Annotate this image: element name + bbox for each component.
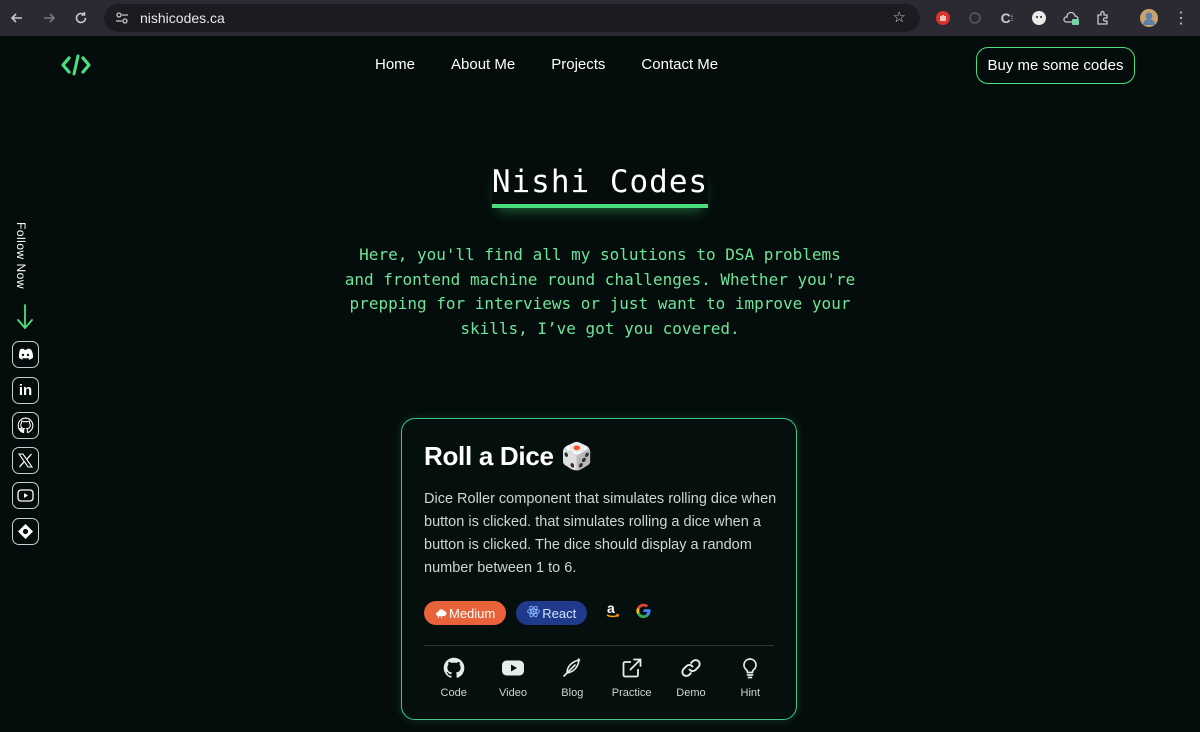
youtube-icon[interactable] (12, 482, 39, 509)
card-description: Dice Roller component that simulates rol… (424, 491, 777, 576)
action-practice[interactable]: Practice (602, 657, 661, 699)
action-label: Video (499, 687, 527, 699)
discord-icon[interactable] (12, 341, 39, 368)
hero-description: Here, you'll find all my solutions to DS… (344, 245, 856, 338)
challenge-card: Roll a Dice 🎲 Dice Roller component that… (401, 418, 797, 720)
x-icon[interactable] (12, 447, 39, 474)
profile-avatar[interactable] (1138, 7, 1160, 29)
forward-button[interactable] (38, 7, 60, 29)
menu-kebab-icon[interactable]: ⋮ (1170, 7, 1192, 29)
card-divider (424, 645, 774, 646)
buy-me-codes-button[interactable]: Buy me some codes (976, 47, 1135, 84)
address-bar[interactable]: nishicodes.ca ☆ (104, 4, 920, 32)
action-label: Code (440, 687, 467, 699)
extension-face-icon[interactable] (1028, 7, 1050, 29)
card-actions: Code Video Blog Practice Demo Hint (424, 657, 780, 699)
github-icon[interactable] (12, 412, 39, 439)
action-label: Demo (676, 687, 706, 699)
extension-c-icon[interactable]: C ⁞ (996, 7, 1018, 29)
extension-hand-icon[interactable] (932, 7, 954, 29)
nav-home[interactable]: Home (375, 56, 415, 73)
action-label: Practice (611, 687, 652, 699)
reload-button[interactable] (70, 7, 92, 29)
difficulty-label: Medium (449, 605, 496, 621)
main-nav: Home About Me Projects Contact Me (375, 56, 754, 73)
nav-contact-me[interactable]: Contact Me (641, 56, 718, 73)
external-link-icon (622, 658, 642, 678)
hero-title: Nishi Codes (491, 164, 709, 208)
url-text: nishicodes.ca (140, 10, 225, 26)
logo-code-icon[interactable] (60, 52, 92, 78)
cloud-icon (435, 606, 447, 621)
browser-toolbar: nishicodes.ca ☆ C ⁞ ⋮ (0, 0, 1200, 36)
action-demo[interactable]: Demo (661, 657, 720, 699)
arrow-down-icon (16, 304, 34, 335)
back-button[interactable] (6, 7, 28, 29)
card-tags: Medium React a (424, 600, 658, 625)
arrow-left-icon (10, 13, 22, 23)
linkedin-icon[interactable]: in (12, 377, 39, 404)
nav-about-me[interactable]: About Me (451, 56, 515, 73)
extensions-puzzle-icon[interactable] (1092, 7, 1114, 29)
github-icon (443, 657, 464, 678)
nav-projects[interactable]: Projects (551, 56, 605, 73)
action-label: Hint (740, 687, 761, 699)
action-label: Blog (561, 687, 584, 699)
react-icon (527, 605, 541, 621)
difficulty-badge: Medium (424, 601, 507, 625)
action-video[interactable]: Video (483, 657, 542, 699)
reload-icon (75, 12, 87, 24)
site-settings-icon[interactable] (112, 8, 132, 28)
amazon-icon: a (605, 600, 621, 625)
arrow-right-icon (44, 13, 56, 23)
action-hint[interactable]: Hint (721, 657, 780, 699)
lightbulb-icon (743, 658, 758, 679)
extension-grid-icon[interactable] (964, 7, 986, 29)
quill-icon (563, 658, 581, 677)
follow-now-label: Follow Now (14, 222, 28, 290)
card-title: Roll a Dice 🎲 (424, 441, 593, 471)
youtube-icon (501, 660, 524, 676)
extension-cloud-icon[interactable] (1060, 7, 1082, 29)
svg-text:a: a (607, 602, 615, 616)
hashnode-icon[interactable] (12, 518, 39, 545)
page: Home About Me Projects Contact Me Buy me… (0, 36, 1200, 732)
follow-now: Follow Now (14, 222, 38, 292)
link-icon (681, 659, 701, 677)
tech-badge: React (516, 601, 588, 625)
action-code[interactable]: Code (424, 657, 483, 699)
google-icon (635, 602, 652, 624)
bookmark-star-icon[interactable]: ☆ (893, 8, 906, 26)
hero-title-wrap: Nishi Codes (0, 164, 1200, 208)
tech-label: React (542, 605, 577, 621)
action-blog[interactable]: Blog (543, 657, 602, 699)
